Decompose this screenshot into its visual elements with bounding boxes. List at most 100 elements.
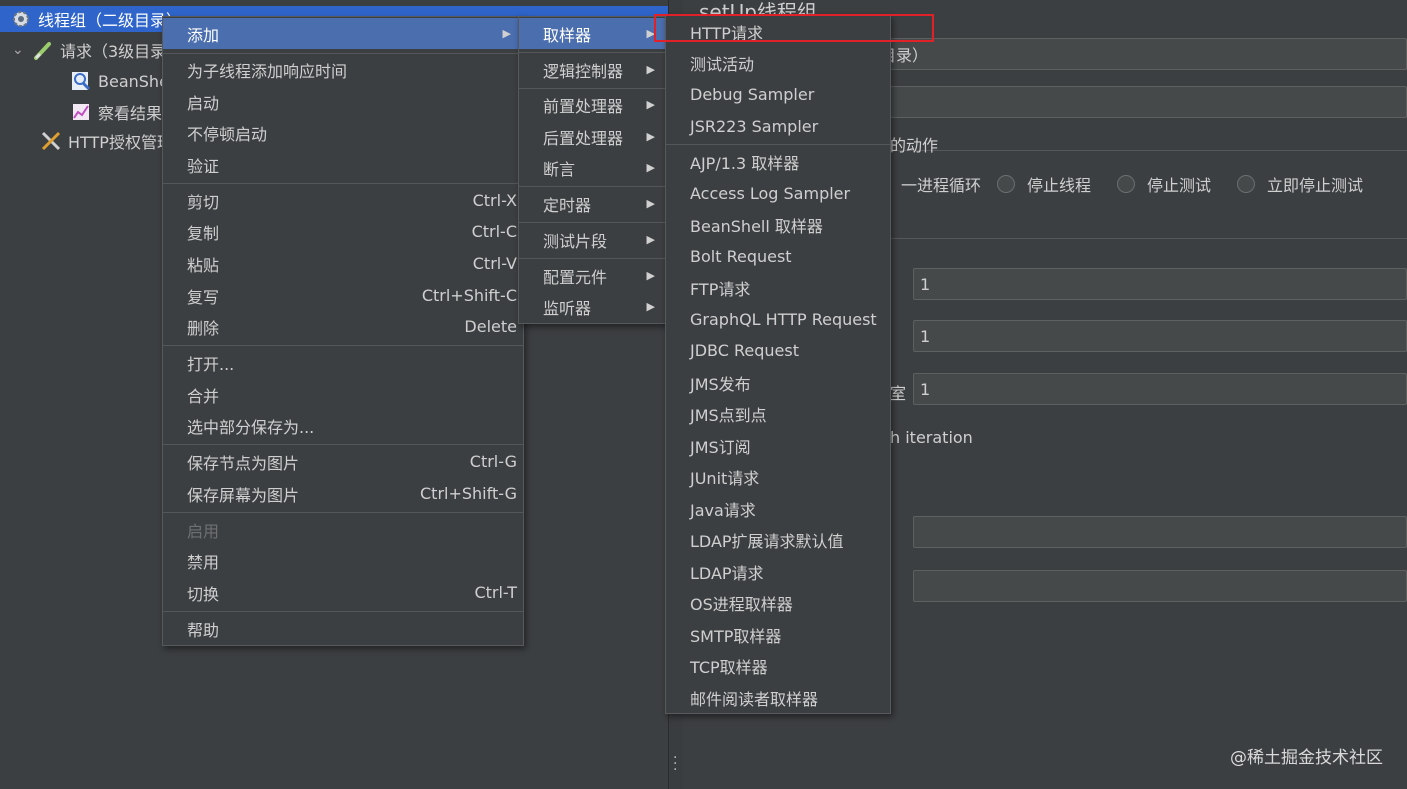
watermark: @稀土掘金技术社区 — [1230, 748, 1383, 768]
menu-item-cut[interactable]: 剪切 Ctrl-X — [163, 185, 523, 216]
menu-separator — [519, 258, 667, 259]
menu-item-timer[interactable]: 定时器 ▶ — [519, 188, 667, 219]
tree-item-label: 线程组（二级目录） — [38, 11, 183, 30]
menu-item-help[interactable]: 帮助 — [163, 613, 523, 644]
context-menu: 添加 ▶ 为子线程添加响应时间 启动 不停顿启动 验证 剪切 Ctrl-X 复制 Ct… — [162, 16, 524, 646]
menu-item-logic-controller[interactable]: 逻辑控制器 ▶ — [519, 54, 667, 85]
menu-item-jms-p2p[interactable]: JMS点到点 — [666, 398, 890, 429]
pipette-icon — [32, 39, 54, 61]
chevron-right-icon: ▶ — [646, 300, 655, 313]
chevron-right-icon: ▶ — [646, 63, 655, 76]
graph-icon — [70, 101, 92, 123]
radio-stop-test-now[interactable]: 立即停止测试 — [1237, 172, 1363, 196]
menu-item-jms-publisher[interactable]: JMS发布 — [666, 367, 890, 398]
menu-item-ldap-extended[interactable]: LDAP扩展请求默认值 — [666, 524, 890, 555]
menu-item-save-selection[interactable]: 选中部分保存为... — [163, 410, 523, 441]
chevron-right-icon: ▶ — [646, 233, 655, 246]
extra-field[interactable] — [873, 86, 1407, 118]
menu-item-config-element[interactable]: 配置元件 ▶ — [519, 260, 667, 291]
same-user-iteration-label: h iteration — [890, 428, 973, 447]
menu-item-bolt-request[interactable]: Bolt Request — [666, 241, 890, 272]
menu-item-duplicate[interactable]: 复写 Ctrl+Shift-C — [163, 280, 523, 311]
radio-dot[interactable] — [1237, 175, 1255, 193]
menu-item-open[interactable]: 打开... — [163, 347, 523, 378]
radio-dot[interactable] — [997, 175, 1015, 193]
menu-item-tcp-sampler[interactable]: TCP取样器 — [666, 650, 890, 681]
menu-item-sampler[interactable]: 取样器 ▶ — [519, 18, 667, 49]
comments-field[interactable]: 目录） — [873, 38, 1407, 70]
menu-separator — [163, 345, 523, 346]
radio-stop-thread[interactable]: 停止线程 — [997, 172, 1091, 196]
tools-icon — [40, 130, 62, 152]
menu-separator — [666, 144, 890, 145]
menu-item-toggle[interactable]: 切换 Ctrl-T — [163, 577, 523, 608]
menu-separator — [519, 222, 667, 223]
menu-separator — [163, 183, 523, 184]
add-submenu: 取样器 ▶ 逻辑控制器 ▶ 前置处理器 ▶ 后置处理器 ▶ 断言 ▶ 定时器 ▶ 测试片段 ▶… — [518, 16, 668, 324]
loop-count-field[interactable]: 1 — [913, 373, 1407, 405]
menu-item-save-node-image[interactable]: 保存节点为图片 Ctrl-G — [163, 446, 523, 477]
menu-item-access-log-sampler[interactable]: Access Log Sampler — [666, 178, 890, 209]
menu-item-delete[interactable]: 删除 Delete — [163, 311, 523, 342]
menu-item-paste[interactable]: 粘贴 Ctrl-V — [163, 248, 523, 279]
menu-item-validate[interactable]: 验证 — [163, 149, 523, 180]
menu-item-junit-request[interactable]: JUnit请求 — [666, 461, 890, 492]
menu-item-postprocessor[interactable]: 后置处理器 ▶ — [519, 121, 667, 152]
menu-item-add-response-time[interactable]: 为子线程添加响应时间 — [163, 54, 523, 85]
startup-delay-field[interactable] — [913, 570, 1407, 602]
chevron-right-icon: ▶ — [646, 161, 655, 174]
annotation-highlight-box — [654, 14, 934, 42]
menu-separator — [163, 512, 523, 513]
menu-item-merge[interactable]: 合并 — [163, 379, 523, 410]
menu-item-os-process[interactable]: OS进程取样器 — [666, 587, 890, 618]
menu-item-debug-sampler[interactable]: Debug Sampler — [666, 79, 890, 110]
chevron-right-icon: ▶ — [646, 98, 655, 111]
menu-item-disable[interactable]: 禁用 — [163, 545, 523, 576]
radio-continue[interactable]: 一进程循环 — [901, 172, 981, 196]
chevron-down-icon[interactable]: ⌄ — [12, 42, 28, 58]
duration-field[interactable] — [913, 516, 1407, 548]
menu-item-save-screen-image[interactable]: 保存屏幕为图片 Ctrl+Shift-G — [163, 478, 523, 509]
menu-item-ldap-request[interactable]: LDAP请求 — [666, 556, 890, 587]
menu-item-ajp-sampler[interactable]: AJP/1.3 取样器 — [666, 146, 890, 177]
menu-separator — [519, 52, 667, 53]
menu-item-mail-reader[interactable]: 邮件阅读者取样器 — [666, 682, 890, 713]
menu-item-graphql-request[interactable]: GraphQL HTTP Request — [666, 304, 890, 335]
menu-separator — [163, 611, 523, 612]
menu-separator — [163, 444, 523, 445]
radio-stop-test[interactable]: 停止测试 — [1117, 172, 1211, 196]
radio-dot[interactable] — [1117, 175, 1135, 193]
chevron-right-icon: ▶ — [646, 269, 655, 282]
chevron-right-icon: ▶ — [646, 197, 655, 210]
menu-item-add[interactable]: 添加 ▶ — [163, 18, 523, 49]
menu-item-jms-subscriber[interactable]: JMS订阅 — [666, 430, 890, 461]
menu-item-copy[interactable]: 复制 Ctrl-C — [163, 216, 523, 247]
menu-item-ftp-request[interactable]: FTP请求 — [666, 272, 890, 303]
menu-item-preprocessor[interactable]: 前置处理器 ▶ — [519, 89, 667, 120]
sampler-submenu: HTTP请求 测试活动 Debug Sampler JSR223 Sampler… — [665, 14, 891, 714]
loop-label-fragment: 室 — [890, 384, 907, 403]
rampup-field[interactable]: 1 — [913, 320, 1407, 352]
menu-item-start-no-pause[interactable]: 不停顿启动 — [163, 117, 523, 148]
menu-item-start[interactable]: 启动 — [163, 86, 523, 117]
magnifier-icon — [70, 70, 92, 92]
menu-item-beanshell-sampler[interactable]: BeanShell 取样器 — [666, 209, 890, 240]
menu-item-test-action[interactable]: 测试活动 — [666, 47, 890, 78]
menu-item-smtp-sampler[interactable]: SMTP取样器 — [666, 619, 890, 650]
tree-item-request[interactable]: ⌄ 请求（3级目录） — [12, 37, 182, 63]
menu-item-enable: 启用 — [187, 521, 220, 541]
threads-field[interactable]: 1 — [913, 268, 1407, 300]
menu-item-assertion[interactable]: 断言 ▶ — [519, 152, 667, 183]
chevron-right-icon: ▶ — [502, 27, 511, 40]
action-section-label: 的动作 — [890, 136, 939, 155]
menu-item-java-request[interactable]: Java请求 — [666, 493, 890, 524]
menu-item-test-fragment[interactable]: 测试片段 ▶ — [519, 224, 667, 255]
chevron-right-icon: ▶ — [646, 130, 655, 143]
gear-icon — [10, 8, 32, 30]
menu-separator — [519, 186, 667, 187]
menu-item-listener[interactable]: 监听器 ▶ — [519, 291, 667, 322]
divider — [873, 150, 1407, 151]
splitter-handle-icon[interactable]: · · · — [673, 751, 677, 777]
menu-item-jdbc-request[interactable]: JDBC Request — [666, 335, 890, 366]
menu-item-jsr223-sampler[interactable]: JSR223 Sampler — [666, 111, 890, 142]
